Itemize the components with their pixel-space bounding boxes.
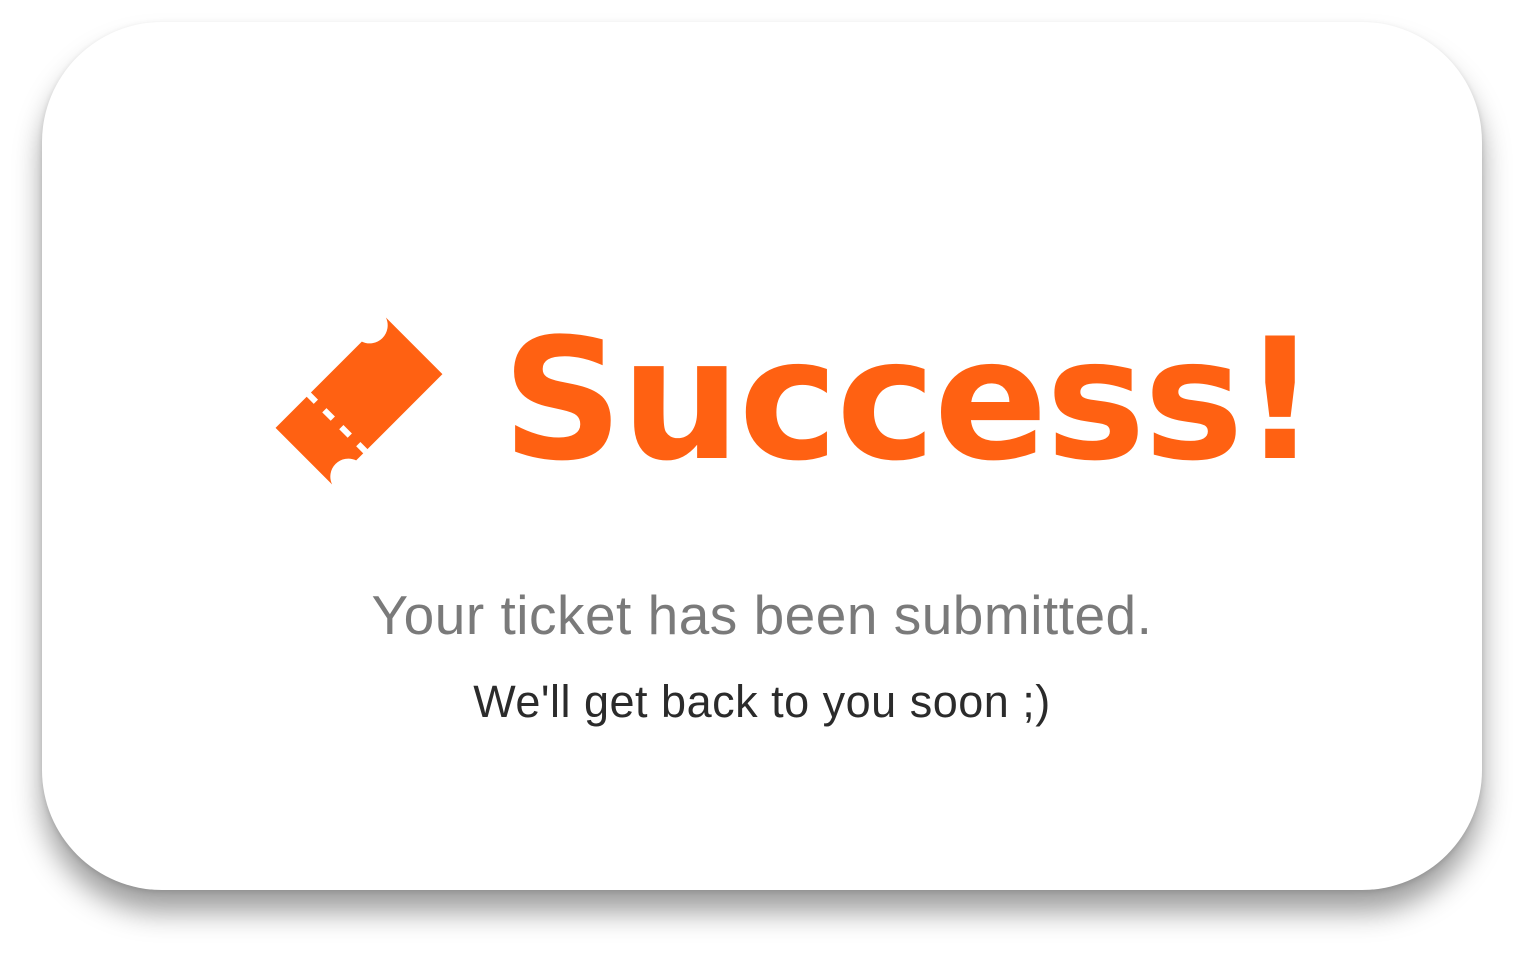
- success-dialog: [42, 22, 1482, 890]
- submission-message: Your ticket has been submitted.: [371, 584, 1153, 646]
- follow-up-message: We'll get back to you soon ;): [473, 676, 1051, 727]
